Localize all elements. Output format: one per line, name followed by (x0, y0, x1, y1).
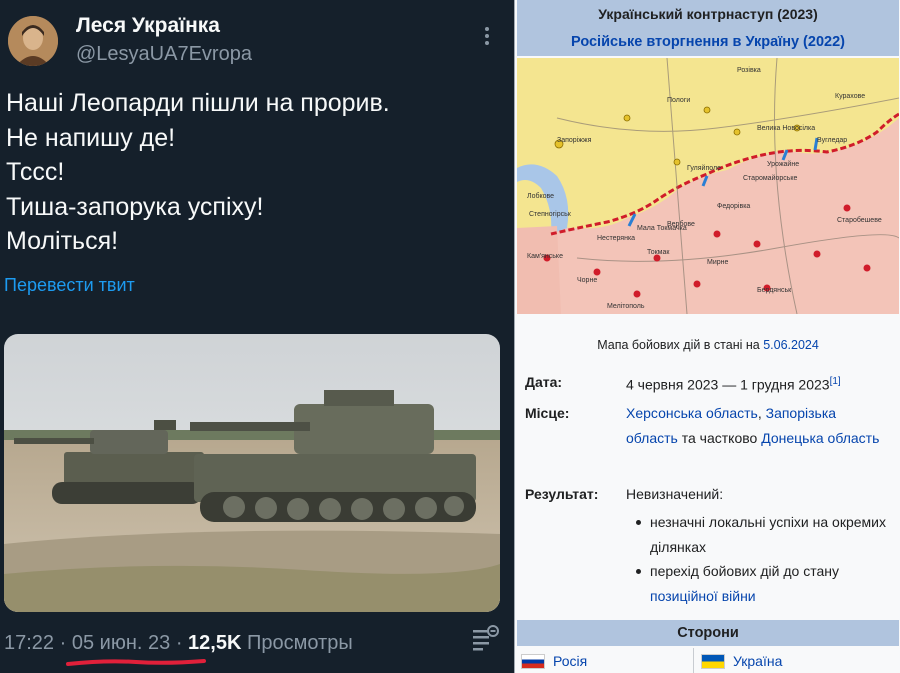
wiki-infobox: Український контрнаступ (2023) Російське… (514, 0, 900, 673)
tweet-text-line: Тиша-запорука успіху! (6, 192, 264, 221)
translate-tweet-link[interactable]: Перевести твит (4, 275, 135, 296)
side-ukraine[interactable]: Україна (701, 650, 782, 672)
place-joiner: , (757, 405, 766, 421)
map-label: Урожайне (767, 160, 799, 168)
map-caption-date-link[interactable]: 5.06.2024 (763, 338, 819, 352)
side-ukraine-label[interactable]: Україна (733, 653, 782, 669)
tweet-text-line: Наші Леопарди пішли на прорив. (6, 89, 390, 117)
tweet-photo-tanks[interactable] (4, 334, 500, 612)
views-count: 12,5K (188, 632, 242, 654)
donetsk-oblast-link[interactable]: Донецька область (761, 430, 879, 446)
author-handle[interactable]: @LesyaUA7Evropa (76, 43, 252, 66)
more-vertical-icon[interactable] (476, 24, 498, 50)
map-caption-text: Мапа бойових дій в стані на (597, 338, 760, 352)
date-value: 4 червня 2023 — 1 грудня 2023[1] (626, 370, 888, 397)
tweet-text: Наші Леопарди пішли на прорив. Не напишу… (6, 86, 506, 259)
map-label: Чорне (577, 277, 597, 284)
result-label: Результат: (525, 486, 599, 502)
views-icon[interactable] (467, 622, 501, 656)
meta-separator: · (175, 632, 183, 654)
russia-flag-icon (521, 654, 545, 669)
tweet-text-line: Не напишу де! (6, 123, 176, 152)
map-label: Старобешеве (837, 216, 882, 224)
tweet-time[interactable]: 17:22 (4, 632, 54, 654)
map-label: Запоріжжя (557, 136, 592, 144)
map-label: Вугледар (817, 137, 847, 144)
red-underline-mark (66, 659, 206, 666)
map-label: Бердянськ (757, 287, 792, 294)
result-value: Невизначений: (626, 486, 724, 502)
kherson-oblast-link[interactable]: Херсонська область (626, 405, 758, 421)
map-label: Степногірськ (529, 210, 572, 218)
positional-war-link[interactable]: позиційної війни (650, 588, 756, 604)
place-value: Херсонська область, Запорізька область т… (626, 401, 888, 450)
author-avatar[interactable] (8, 16, 58, 66)
tweet-card: Леся Українка @LesyaUA7Evropa Наші Леопа… (0, 0, 514, 673)
date-reference-link[interactable]: [1] (830, 376, 841, 387)
ukraine-flag-icon (701, 654, 725, 669)
map-label: Вербове (667, 220, 695, 228)
tweet-meta: 17:22 · 05 июн. 23 · 12,5K Просмотры (4, 632, 353, 655)
side-russia-label[interactable]: Росія (553, 653, 587, 669)
map-label: Мирне (707, 259, 729, 266)
result-bullet: незначні локальні успіхи на окремих діля… (626, 510, 896, 559)
result-bullets: незначні локальні успіхи на окремих діля… (626, 510, 896, 608)
infobox-title: Український контрнаступ (2023) (517, 0, 899, 28)
map-label: Мелітополь (607, 302, 645, 310)
parent-conflict-link[interactable]: Російське вторгнення в Україну (2022) (517, 28, 899, 56)
map-label: Федорівка (717, 202, 750, 210)
frontline-map[interactable]: Запоріжжя Лобкове Мала Токмачка Нестерян… (517, 58, 899, 314)
map-label: Кам'янське (527, 253, 563, 260)
result-bullet: перехід бойових дій до стану позиційної … (626, 559, 896, 608)
sides-divider (693, 648, 694, 673)
map-label: Пологи (667, 97, 690, 104)
meta-separator: · (59, 632, 67, 654)
map-label: Гуляйполе (687, 164, 721, 172)
tweet-text-line: Тссс! (6, 158, 65, 186)
map-label: Лобкове (527, 192, 554, 200)
place-label: Місце: (525, 405, 570, 421)
map-label: Розівка (737, 66, 761, 74)
date-label: Дата: (525, 374, 563, 390)
map-label: Нестерянка (597, 235, 635, 242)
sides-header: Сторони (517, 620, 899, 646)
tweet-text-line: Моліться! (6, 227, 119, 255)
date-value-text: 4 червня 2023 — 1 грудня 2023 (626, 376, 830, 393)
map-label: Токмак (647, 249, 670, 256)
place-joiner: та частково (677, 429, 762, 446)
map-label: Велика Новосілка (757, 124, 815, 132)
map-label: Курахове (835, 93, 865, 100)
result-bullet-text: перехід бойових дій до стану (650, 563, 839, 579)
author-name[interactable]: Леся Українка (76, 14, 220, 38)
map-caption: Мапа бойових дій в стані на 5.06.2024 (515, 338, 900, 352)
views-label: Просмотры (246, 632, 353, 654)
side-russia[interactable]: Росія (521, 650, 587, 672)
map-label: Старомайорське (743, 174, 798, 182)
tweet-date[interactable]: 05 июн. 23 (72, 632, 170, 654)
